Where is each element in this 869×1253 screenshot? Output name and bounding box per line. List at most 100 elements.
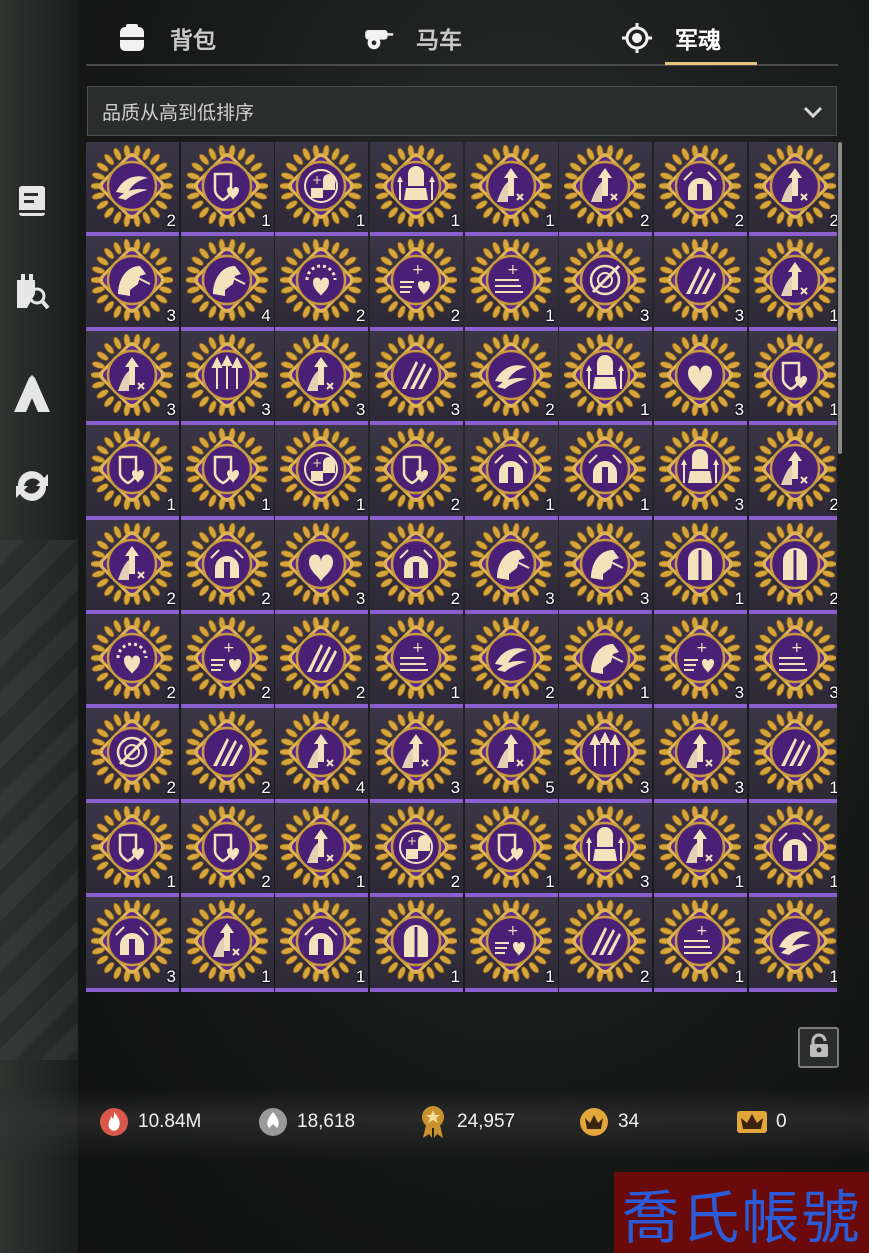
soul-item-slot[interactable]: + 2 [370,802,464,898]
soul-item-slot[interactable]: 2 [559,897,653,992]
soul-item-slot[interactable]: 2 [275,236,369,331]
tab-carriage[interactable]: 马车 [362,14,462,62]
soul-item-slot[interactable]: 5 [464,708,558,803]
item-count: 1 [261,494,271,514]
side-scroll-button[interactable] [12,183,52,223]
soul-item-slot[interactable]: 3 [180,330,274,426]
soul-item-slot[interactable]: 1 [559,330,653,426]
soul-item-slot[interactable]: 2 [464,330,558,426]
soul-item-slot[interactable]: 2 [86,708,179,803]
soul-item-slot[interactable]: 1 [748,708,837,803]
soul-item-slot[interactable]: 1 [748,236,837,331]
currency-bar: 10.84M 18,618 24,957 34 0 [0,1090,869,1160]
soul-item-slot[interactable]: 2 [180,519,274,614]
soul-item-slot[interactable]: 2 [748,519,837,614]
soul-item-slot[interactable]: 1 [464,802,558,898]
soul-item-slot[interactable]: + 1 [275,425,369,520]
soul-item-slot[interactable]: 1 [464,142,558,237]
soul-item-slot[interactable]: + 1 [275,142,369,237]
soul-item-slot[interactable]: 3 [559,802,653,898]
soul-item-slot[interactable]: 3 [559,236,653,331]
soul-item-slot[interactable]: + 1 [654,897,748,992]
soul-item-slot[interactable]: 2 [180,802,274,898]
soul-item-slot[interactable]: 3 [654,330,748,426]
gate-medal-icon [753,522,836,605]
side-tower-search-button[interactable] [12,272,52,312]
soul-item-slot[interactable]: 1 [180,142,274,237]
soul-item-slot[interactable]: + 1 [464,236,558,331]
active-tab-indicator [665,62,757,65]
soul-item-slot[interactable]: + 2 [370,236,464,331]
soul-item-slot[interactable]: + 3 [748,613,837,709]
tab-soul[interactable]: 军魂 [621,14,721,62]
soul-item-slot[interactable]: 3 [464,519,558,614]
soul-item-slot[interactable]: 2 [86,519,179,614]
soul-item-slot[interactable]: 3 [559,708,653,803]
soul-item-slot[interactable]: 1 [86,802,179,898]
soul-item-slot[interactable]: + 2 [180,613,274,709]
soul-item-slot[interactable]: 1 [180,425,274,520]
side-tent-button[interactable] [12,375,52,416]
soul-item-slot[interactable]: 2 [370,425,464,520]
soul-item-slot[interactable]: + 1 [464,897,558,992]
svg-text:+: + [412,640,424,656]
tower-search-icon [13,270,51,314]
tab-backpack[interactable]: 背包 [116,14,216,62]
soul-item-slot[interactable]: 3 [654,425,748,520]
soul-item-slot[interactable]: 3 [370,330,464,426]
soul-item-slot[interactable]: 3 [654,236,748,331]
soul-item-slot[interactable]: 1 [654,519,748,614]
soul-item-slot[interactable]: 1 [559,425,653,520]
soul-item-slot[interactable]: 3 [86,330,179,426]
soul-item-slot[interactable]: 1 [180,897,274,992]
soul-item-slot[interactable]: 2 [654,142,748,237]
soul-item-slot[interactable]: 2 [559,142,653,237]
soul-item-slot[interactable]: 3 [370,708,464,803]
soul-item-slot[interactable]: + 3 [654,613,748,709]
arrow-up-medal-icon [280,333,363,416]
side-refresh-button[interactable] [12,468,52,508]
soul-item-slot[interactable]: 1 [275,897,369,992]
item-count: 1 [166,872,176,892]
soul-item-slot[interactable]: 2 [370,519,464,614]
soul-item-slot[interactable]: 1 [275,802,369,898]
soul-item-slot[interactable]: 3 [275,519,369,614]
currency-spade-flame: 18,618 [257,1106,355,1138]
soul-item-slot[interactable]: 2 [275,613,369,709]
soul-item-slot[interactable]: 3 [86,897,179,992]
soul-item-slot[interactable]: 1 [370,897,464,992]
lock-button[interactable] [798,1027,839,1068]
helmet-medal-icon [564,428,647,511]
soul-items-grid: 2 1 + 1 1 1 2 2 3 4 2 + 2 + 1 3 3 3 3 3 … [86,142,837,992]
soul-item-slot[interactable]: 1 [748,897,837,992]
sort-dropdown[interactable]: 品质从高到低排序 [87,86,837,136]
soul-item-slot[interactable]: 2 [464,613,558,709]
soul-item-slot[interactable]: 1 [464,425,558,520]
soul-item-slot[interactable]: 2 [180,708,274,803]
grid-scrollbar[interactable] [838,142,842,454]
soul-item-slot[interactable]: 1 [654,802,748,898]
soul-item-slot[interactable]: 3 [559,519,653,614]
soul-item-slot[interactable]: 3 [275,330,369,426]
soul-item-slot[interactable]: 4 [275,708,369,803]
soul-item-slot[interactable]: 2 [86,613,179,709]
soul-item-slot[interactable]: 1 [748,802,837,898]
soul-item-slot[interactable]: 3 [654,708,748,803]
arrow-up-medal-icon [753,239,836,322]
plus-heart-medal-icon: + [659,616,742,699]
soul-item-slot[interactable]: 1 [370,142,464,237]
soul-item-slot[interactable]: 1 [86,425,179,520]
soul-item-slot[interactable]: 2 [748,425,837,520]
heart-medal-icon [280,522,363,605]
arrow-up-medal-icon [375,711,458,794]
soul-item-slot[interactable]: 2 [86,142,179,237]
soul-item-slot[interactable]: 3 [86,236,179,331]
soul-item-slot[interactable]: 1 [748,330,837,426]
soul-item-slot[interactable]: 1 [559,613,653,709]
item-count: 1 [545,966,555,986]
soul-item-slot[interactable]: + 1 [370,613,464,709]
item-count: 3 [355,400,366,420]
soul-item-slot[interactable]: 2 [748,142,837,237]
soul-item-slot[interactable]: 4 [180,236,274,331]
item-count: 1 [734,872,745,892]
